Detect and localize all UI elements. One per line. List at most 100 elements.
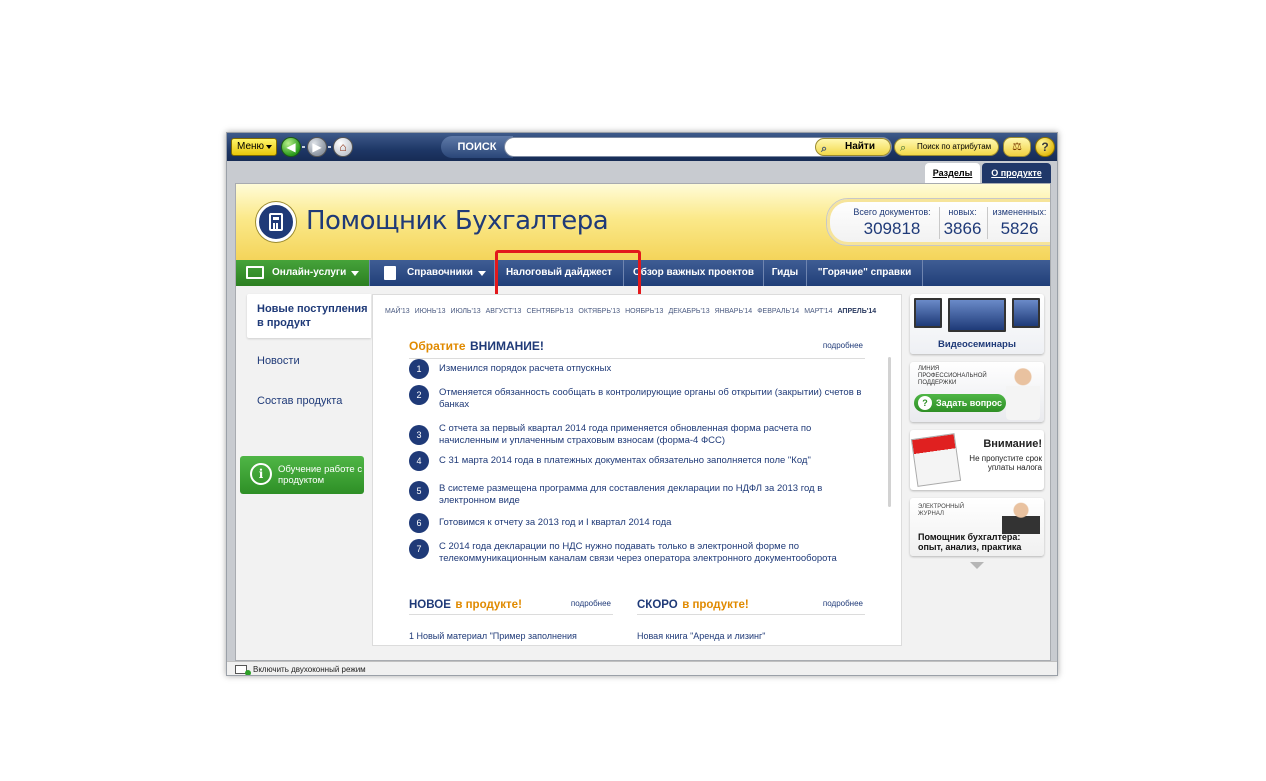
attribute-search-label: Поиск по атрибутам: [917, 142, 992, 151]
support-operator-image: [1006, 366, 1040, 420]
new-more-link[interactable]: подробнее: [571, 599, 611, 608]
news-link[interactable]: С 31 марта 2014 года в платежных докумен…: [439, 455, 863, 467]
news-link[interactable]: Отменяется обязанность сообщать в контро…: [439, 387, 863, 410]
month-link[interactable]: ИЮНЬ'13: [415, 308, 446, 315]
soon-item-link[interactable]: Новая книга "Аренда и лизинг": [637, 631, 765, 641]
training-button-label: Обучение работе с продуктом: [278, 464, 363, 486]
month-link[interactable]: МАЙ'13: [385, 308, 410, 315]
back-menu-icon[interactable]: [302, 146, 305, 148]
counter-new: новых: 3866: [939, 207, 983, 239]
menu-references[interactable]: Справочники: [371, 260, 495, 286]
journal-title: Помощник бухгалтера: опыт, анализ, практ…: [918, 532, 1022, 552]
dual-window-icon[interactable]: [235, 665, 251, 675]
scrollbar[interactable]: [888, 357, 891, 507]
new-item-link[interactable]: 1 Новый материал "Пример заполнения: [409, 631, 577, 641]
sidebar-item-composition[interactable]: Состав продукта: [247, 394, 371, 408]
month-link[interactable]: ЯНВАРЬ'14: [715, 308, 753, 315]
book-icon: [384, 266, 396, 280]
deadline-title: Внимание!: [983, 438, 1042, 450]
chevron-down-icon: [266, 145, 272, 149]
news-link[interactable]: Изменился порядок расчета отпускных: [439, 363, 863, 375]
home-icon[interactable]: ⌂: [333, 137, 353, 157]
news-number-badge: 2: [409, 385, 429, 405]
counter-new-label: новых:: [948, 207, 977, 217]
month-link[interactable]: СЕНТЯБРЬ'13: [526, 308, 573, 315]
month-link[interactable]: ИЮЛЬ'13: [451, 308, 481, 315]
menu-online-services[interactable]: Онлайн-услуги: [236, 260, 370, 286]
news-link[interactable]: Готовимся к отчету за 2013 год и I кварт…: [439, 517, 863, 529]
soon-heading: СКОРО: [637, 599, 678, 611]
soon-in-product-header: СКОРО в продукте! подробнее: [637, 595, 865, 615]
month-link[interactable]: НОЯБРЬ'13: [625, 308, 663, 315]
menu-button-label: Меню: [237, 141, 265, 152]
sidebar-item-new-items[interactable]: Новые поступления в продукт: [247, 294, 371, 338]
news-number-badge: 5: [409, 481, 429, 501]
soon-heading-suffix: в продукте!: [682, 599, 749, 611]
chevron-down-icon: [478, 271, 486, 276]
menu-tax-digest[interactable]: Налоговый дайджест: [495, 260, 624, 286]
attribute-search-button[interactable]: ⌕ Поиск по атрибутам: [894, 138, 999, 156]
news-number-badge: 3: [409, 425, 429, 445]
menu-hot-references[interactable]: "Горячие" справки: [807, 260, 923, 286]
forward-menu-icon[interactable]: [328, 146, 331, 148]
journal-card[interactable]: ЭЛЕКТРОННЫЙ ЖУРНАЛ Помощник бухгалтера: …: [910, 498, 1044, 556]
scales-icon[interactable]: ⚖: [1003, 137, 1031, 157]
support-caption: ЛИНИЯ ПРОФЕССИОНАЛЬНОЙ ПОДДЕРЖКИ: [918, 366, 987, 386]
news-number-badge: 6: [409, 513, 429, 533]
sidebar-item-news[interactable]: Новости: [247, 354, 371, 368]
new-heading: НОВОЕ: [409, 599, 451, 611]
news-number-badge: 4: [409, 451, 429, 471]
attention-word-2: ВНИМАНИЕ!: [470, 339, 544, 353]
tab-sections[interactable]: Разделы: [925, 163, 980, 183]
menu-project-reviews[interactable]: Обзор важных проектов: [624, 260, 764, 286]
journal-image: [1002, 500, 1040, 534]
counter-total-label: Всего документов:: [853, 207, 931, 217]
calculator-icon: [256, 202, 296, 242]
webinars-card[interactable]: Видеосеминары: [910, 294, 1044, 354]
product-title: Помощник Бухгалтера: [306, 206, 609, 236]
help-icon[interactable]: ?: [1035, 137, 1055, 157]
month-link[interactable]: МАРТ'14: [804, 308, 832, 315]
tab-about[interactable]: О продукте: [982, 163, 1051, 183]
news-link[interactable]: С отчета за первый квартал 2014 года при…: [439, 423, 863, 446]
question-icon: ?: [918, 396, 932, 410]
news-number-badge: 1: [409, 359, 429, 379]
top-tabs: Разделы О продукте: [227, 161, 1057, 183]
month-link[interactable]: ФЕВРАЛЬ'14: [757, 308, 799, 315]
support-card[interactable]: ЛИНИЯ ПРОФЕССИОНАЛЬНОЙ ПОДДЕРЖКИ ? Задат…: [910, 362, 1044, 422]
menu-guides[interactable]: Гиды: [764, 260, 807, 286]
month-link[interactable]: АПРЕЛЬ'14: [837, 308, 876, 315]
news-link[interactable]: В системе размещена программа для состав…: [439, 483, 863, 506]
dual-window-toggle[interactable]: Включить двухоконный режим: [253, 665, 366, 674]
back-arrow-icon[interactable]: ◀: [281, 137, 301, 157]
ask-question-label: Задать вопрос: [936, 398, 1003, 408]
deadline-card[interactable]: Внимание! Не пропустите срок уплаты нало…: [910, 430, 1044, 490]
attention-more-link[interactable]: подробнее: [823, 341, 863, 350]
scroll-down-icon[interactable]: [970, 562, 984, 569]
month-archive: МАЙ'13 ИЮНЬ'13 ИЮЛЬ'13 АВГУСТ'13 СЕНТЯБРЬ'13…: [385, 307, 876, 316]
month-link[interactable]: ДЕКАБРЬ'13: [668, 308, 709, 315]
counter-changed-label: измененных:: [992, 207, 1047, 217]
content-frame: Помощник Бухгалтера Всего документов: 30…: [235, 183, 1051, 661]
month-link[interactable]: АВГУСТ'13: [486, 308, 522, 315]
left-sidebar: Новые поступления в продукт Новости Сост…: [236, 286, 372, 660]
month-link[interactable]: ОКТЯБРЬ'13: [578, 308, 620, 315]
toolbar: Меню ◀ ▶ ⌂ ПОИСК ⌕ Найти ⌕ Поиск по атри…: [227, 133, 1057, 161]
document-counters: Всего документов: 309818 новых: 3866 изм…: [826, 198, 1050, 246]
training-button[interactable]: i Обучение работе с продуктом: [240, 456, 364, 494]
monitors-icon: [914, 298, 1040, 332]
attribute-search-icon: ⌕: [900, 142, 907, 154]
menu-online-label: Онлайн-услуги: [272, 267, 347, 278]
webinars-label: Видеосеминары: [938, 339, 1016, 350]
chevron-down-icon: [351, 271, 359, 276]
new-heading-suffix: в продукте!: [455, 599, 522, 611]
news-link[interactable]: С 2014 года декларации по НДС нужно пода…: [439, 541, 863, 564]
soon-more-link[interactable]: подробнее: [823, 599, 863, 608]
find-button[interactable]: ⌕ Найти: [815, 138, 891, 156]
counter-changed-value: 5826: [1000, 219, 1039, 238]
forward-arrow-icon[interactable]: ▶: [307, 137, 327, 157]
menu-button[interactable]: Меню: [231, 138, 277, 156]
ask-question-button[interactable]: ? Задать вопрос: [914, 394, 1006, 412]
menu-references-label: Справочники: [407, 267, 473, 278]
search-label: ПОИСК: [441, 136, 513, 158]
